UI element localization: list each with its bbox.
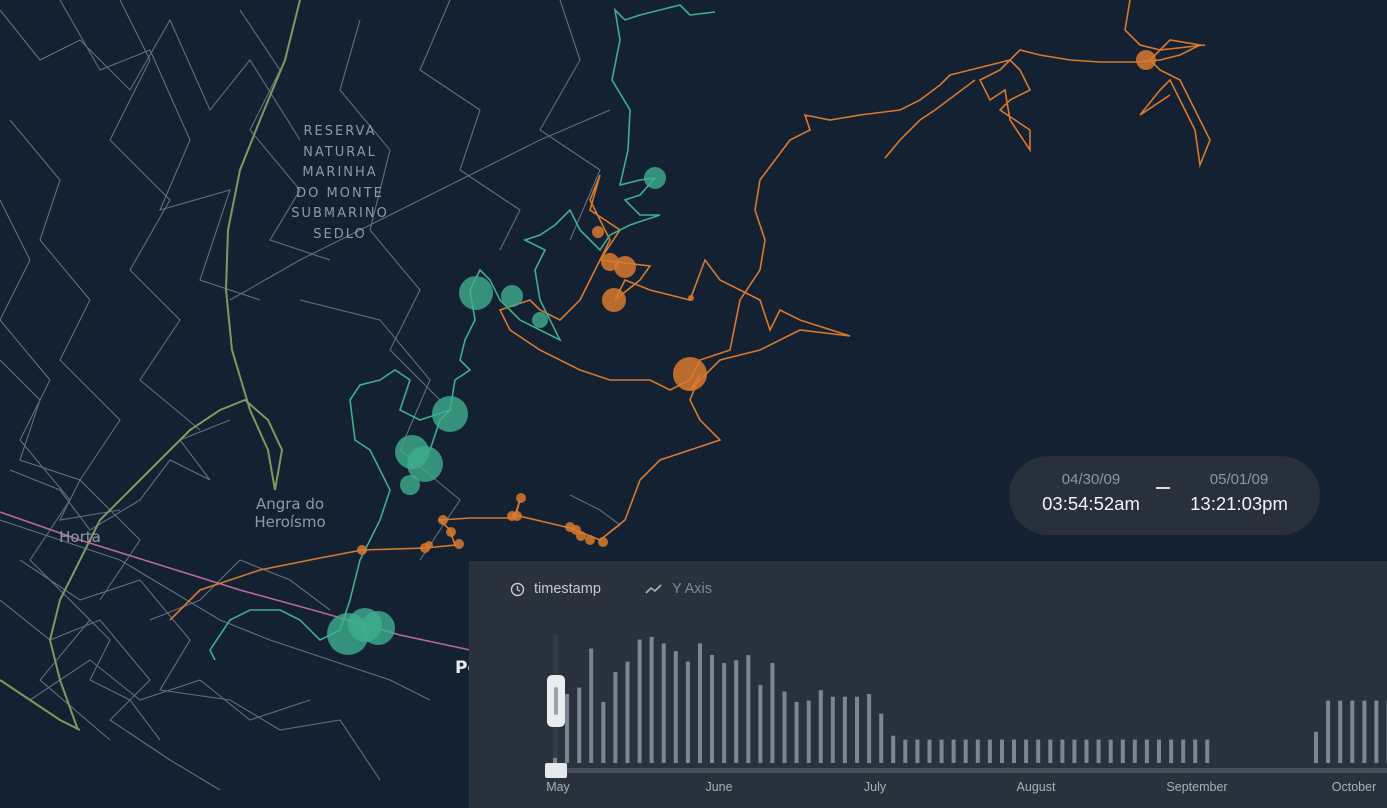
histogram-bar xyxy=(758,685,763,763)
histogram-bar xyxy=(855,696,859,763)
histogram-bar xyxy=(722,662,727,763)
histogram-bar xyxy=(1144,739,1149,763)
histogram-bar xyxy=(1084,739,1089,763)
month-label-june: June xyxy=(705,780,733,794)
histogram-bar xyxy=(867,694,872,763)
range-separator xyxy=(1156,487,1170,489)
histogram-bar xyxy=(963,739,968,763)
range-end: 05/01/09 13:21:03pm xyxy=(1174,470,1304,518)
month-label-may: May xyxy=(546,780,570,794)
histogram-bar xyxy=(830,696,835,763)
histogram-bar xyxy=(987,739,992,763)
timeline-track[interactable] xyxy=(545,768,1387,773)
histogram-bar xyxy=(1000,739,1004,763)
histogram-bar xyxy=(951,739,956,763)
histogram-bar xyxy=(939,739,944,763)
histogram-bar xyxy=(1205,739,1210,763)
histogram-bar xyxy=(1350,700,1355,763)
angra-do-heroismo-label: Angra do Heroísmo xyxy=(240,495,340,531)
place-label-line: Heroísmo xyxy=(254,513,326,531)
place-label-line: Angra do xyxy=(255,495,325,513)
range-start-handle[interactable] xyxy=(545,763,567,778)
histogram-bar xyxy=(577,687,582,763)
month-label-july: July xyxy=(863,780,887,794)
histogram-bar xyxy=(1181,739,1186,763)
histogram-bar xyxy=(1036,739,1041,763)
histogram-bar xyxy=(1024,739,1029,763)
histogram-bar xyxy=(1338,700,1343,763)
horta-label: Horta xyxy=(59,528,101,546)
histogram-bar xyxy=(818,690,823,763)
reserve-label-line: SEDLO xyxy=(313,226,367,242)
histogram-bar xyxy=(842,696,847,763)
histogram-bar xyxy=(782,691,787,763)
reserve-label-line: MARINHA xyxy=(302,165,378,181)
histogram-bar xyxy=(649,636,654,763)
histogram-bar xyxy=(1072,739,1077,763)
histogram-bar xyxy=(1169,739,1174,763)
histogram-bar xyxy=(927,739,932,763)
marine-reserve-label: RESERVA NATURAL MARINHA DO MONTE SUBMARI… xyxy=(280,122,400,246)
histogram-bar xyxy=(915,739,920,763)
reserve-label-line: RESERVA xyxy=(303,124,377,139)
histogram-bar xyxy=(794,701,799,763)
histogram-bar xyxy=(589,648,594,763)
histogram-bar xyxy=(1048,739,1053,763)
time-filter-panel: timestamp Y Axis May June July August Se… xyxy=(469,561,1387,808)
playhead-handle[interactable] xyxy=(547,675,565,727)
histogram-bar xyxy=(685,661,690,763)
time-range-display: 04/30/09 03:54:52am 05/01/09 13:21:03pm xyxy=(1009,456,1320,535)
month-label-august: August xyxy=(1016,780,1056,794)
histogram-bar xyxy=(1096,739,1101,763)
histogram-bar xyxy=(637,639,642,763)
end-time: 13:21:03pm xyxy=(1190,493,1288,514)
histogram-bar xyxy=(734,660,739,763)
histogram-bar xyxy=(1012,739,1016,763)
histogram-bar xyxy=(1362,700,1367,763)
histogram-bar xyxy=(903,739,908,763)
histogram-bar xyxy=(975,739,980,763)
histogram-bar xyxy=(710,655,714,763)
histogram-bar xyxy=(1193,739,1198,763)
histogram-bar xyxy=(891,735,896,763)
month-label-september: September xyxy=(1166,780,1228,794)
histogram-bar xyxy=(746,655,751,763)
histogram-bars xyxy=(553,636,1387,763)
histogram-bar xyxy=(1314,731,1318,763)
end-date: 05/01/09 xyxy=(1209,471,1269,488)
histogram-bar xyxy=(1374,700,1379,763)
histogram-bar xyxy=(1326,700,1331,763)
start-time: 03:54:52am xyxy=(1042,493,1140,514)
histogram-bar xyxy=(698,643,702,763)
histogram-bar xyxy=(1120,739,1125,763)
timestamp-histogram[interactable] xyxy=(469,561,1387,808)
histogram-bar xyxy=(806,700,811,763)
range-start: 04/30/09 03:54:52am xyxy=(1026,470,1156,518)
histogram-bar xyxy=(601,701,606,763)
histogram-bar xyxy=(1108,739,1113,763)
reserve-label-line: NATURAL xyxy=(303,144,377,160)
histogram-bar xyxy=(565,694,570,763)
histogram-bar xyxy=(879,713,884,763)
start-date: 04/30/09 xyxy=(1061,471,1121,488)
histogram-bar xyxy=(625,661,630,763)
histogram-bar xyxy=(1157,739,1161,763)
reserve-label-line: SUBMARINO xyxy=(291,206,389,222)
histogram-bar xyxy=(1132,739,1137,763)
histogram-bar xyxy=(613,672,618,763)
histogram-bar xyxy=(1060,739,1065,763)
histogram-bar xyxy=(770,662,775,763)
month-label-october: October xyxy=(1331,780,1377,794)
reserve-label-line: DO MONTE xyxy=(296,185,384,201)
histogram-bar xyxy=(661,643,666,763)
histogram-bar xyxy=(673,651,678,763)
